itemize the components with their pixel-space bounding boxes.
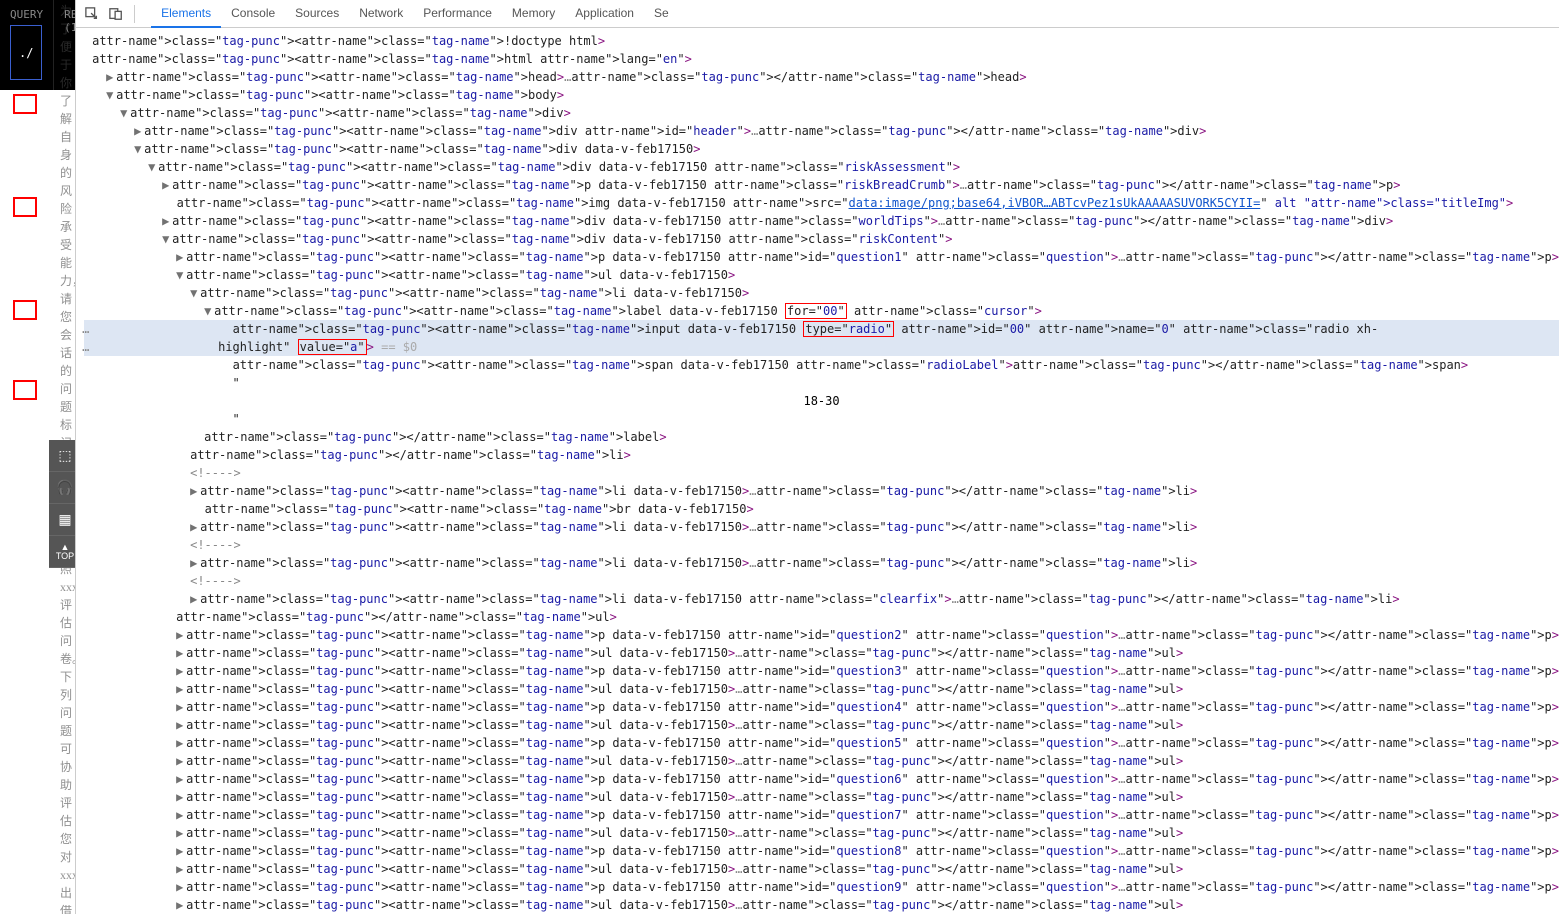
results-label: RESULTS (13) xyxy=(64,8,75,34)
toolbar-top-button[interactable]: ▲TOP xyxy=(49,536,75,568)
devtools-tab[interactable]: Network xyxy=(349,0,413,28)
page-left-panel: 为了便于你了解自身的风险承受能力，请您会话的问题标记的知识点，请按照xxxxxx… xyxy=(0,0,75,914)
query-label: QUERY xyxy=(10,8,43,21)
devtools-tab[interactable]: Sources xyxy=(285,0,349,28)
highlight-box xyxy=(13,94,37,114)
device-toggle-icon[interactable] xyxy=(106,4,126,24)
toolbar-headset-icon[interactable]: 🎧 xyxy=(49,472,75,504)
devtools-tab[interactable]: Application xyxy=(565,0,644,28)
devtools-header: ElementsConsoleSourcesNetworkPerformance… xyxy=(76,0,1559,28)
toolbar-qr-icon[interactable]: ▦ xyxy=(49,504,75,536)
devtools-tab[interactable]: Se xyxy=(644,0,679,28)
highlight-box xyxy=(13,300,37,320)
devtools-tab[interactable]: Memory xyxy=(502,0,565,28)
highlight-box xyxy=(13,380,37,400)
toolbar-grid-icon[interactable]: ⬚ xyxy=(49,440,75,472)
inspect-icon[interactable] xyxy=(82,4,102,24)
xpath-query-input[interactable] xyxy=(10,25,42,80)
highlight-box xyxy=(13,197,37,217)
survey-form: 1.您的年龄是：18-3031-4546-5960以上2.您的家庭年收入（人民币… xyxy=(0,90,75,914)
devtools-tab[interactable]: Performance xyxy=(413,0,502,28)
devtools-panel: ElementsConsoleSourcesNetworkPerformance… xyxy=(75,0,1559,914)
xpath-query-bar: 为了便于你了解自身的风险承受能力，请您会话的问题标记的知识点，请按照xxxxxx… xyxy=(0,0,75,90)
side-toolbar: ⬚ 🎧 ▦ ▲TOP xyxy=(49,440,75,568)
dom-tree[interactable]: attr-name">class="tag-punc"><attr-name">… xyxy=(76,28,1559,914)
devtools-tab[interactable]: Console xyxy=(221,0,285,28)
devtools-tab[interactable]: Elements xyxy=(151,0,221,28)
